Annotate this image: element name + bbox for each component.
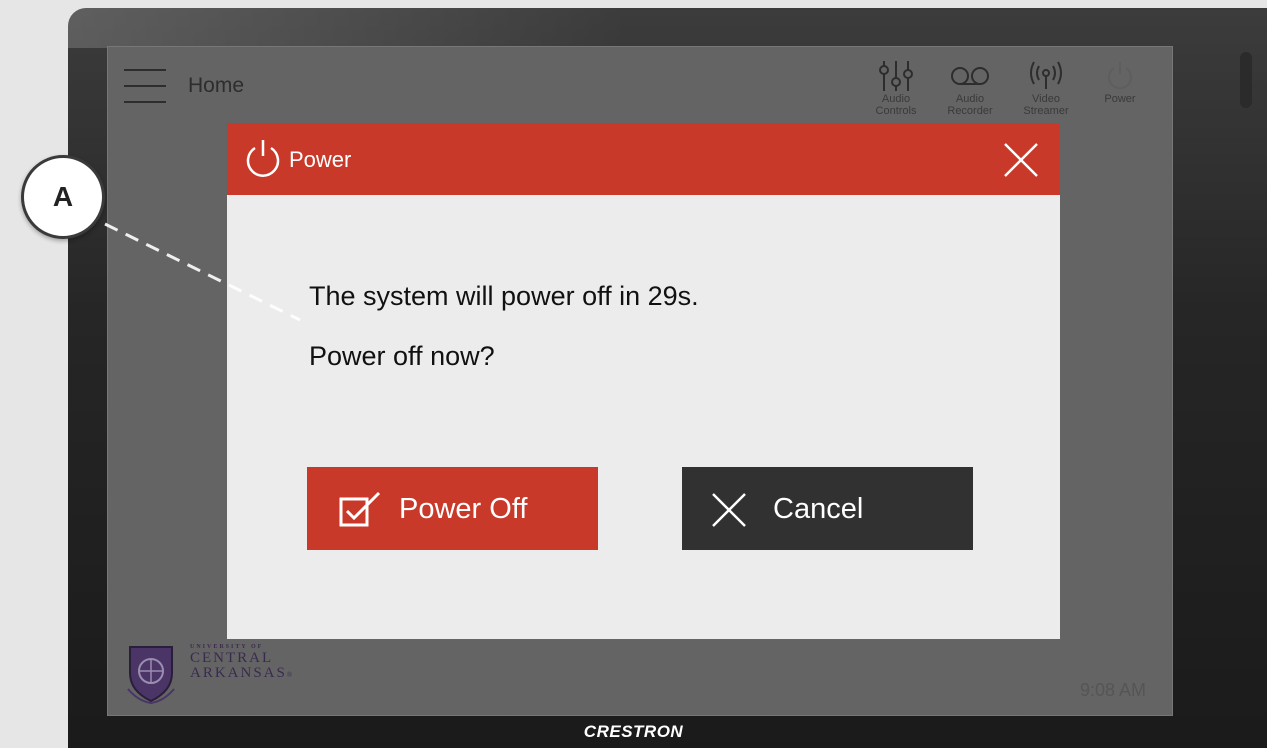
audio-recorder-button[interactable]: Audio Recorder [938,59,1002,117]
clock: 9:08 AM [1080,680,1147,700]
proximity-sensor [1240,52,1252,108]
video-streamer-label-2: Streamer [1023,105,1069,117]
power-off-label: Power Off [399,493,528,525]
callout-marker: A [21,155,105,239]
dialog-header: Power [227,123,1060,195]
video-streamer-label-1: Video [1032,93,1060,105]
university-logo: UNIVERSITY OF CENTRAL ARKANSAS® [124,643,292,705]
close-icon [712,493,746,527]
audio-recorder-label-1: Audio [955,93,985,105]
dialog-message-question: Power off now? [309,341,495,371]
audio-controls-label-1: Audio [881,93,911,105]
device-brand: CRESTRON [583,722,684,741]
sliders-icon [864,59,928,93]
power-dialog: Power The system will power off in 29s. … [227,123,1060,639]
logo-line-2: CENTRAL [190,650,274,666]
broadcast-icon [1014,59,1078,93]
cancel-button[interactable]: Cancel [682,467,973,550]
logo-mark: ® [286,671,295,679]
power-button[interactable]: Power [1088,59,1152,105]
audio-controls-button[interactable]: Audio Controls [864,59,928,117]
audio-recorder-label-2: Recorder [947,105,993,117]
logo-line-3: ARKANSAS [190,665,287,681]
close-icon [1004,143,1038,177]
power-off-button[interactable]: Power Off [307,467,598,550]
audio-controls-label-2: Controls [875,105,917,117]
voicemail-icon [938,59,1002,93]
power-label: Power [1104,93,1136,105]
power-icon [1088,59,1152,93]
dialog-message-countdown: The system will power off in 29s. [309,281,699,311]
video-streamer-button[interactable]: Video Streamer [1014,59,1078,117]
shield-icon [127,646,175,705]
cancel-label: Cancel [773,493,864,525]
close-button[interactable] [1001,140,1041,180]
checkbox-check-icon [339,491,381,527]
